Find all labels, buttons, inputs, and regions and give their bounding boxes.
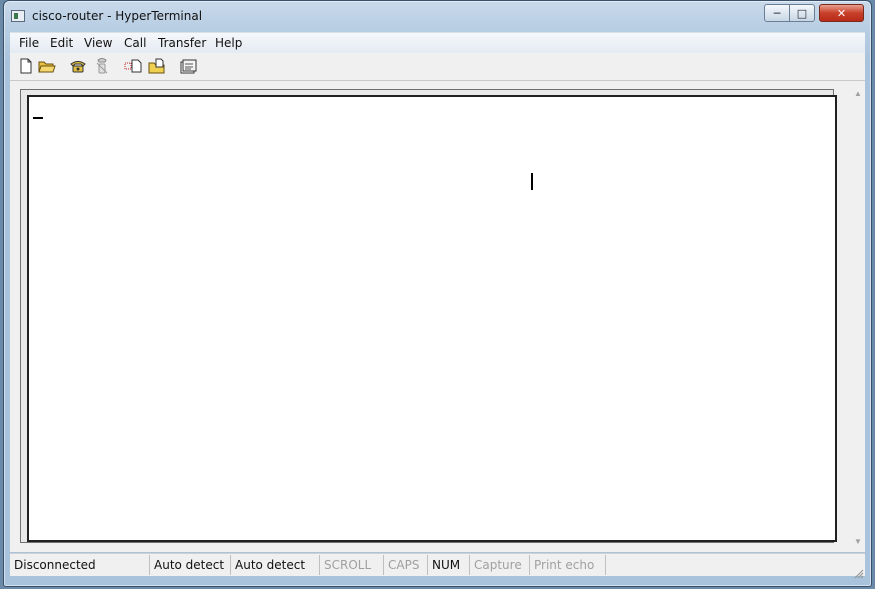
status-print-echo: Print echo — [530, 555, 606, 575]
minimize-button[interactable]: ─ — [764, 4, 790, 22]
toolbar — [10, 53, 865, 81]
mouse-ibeam-cursor — [531, 173, 533, 190]
send-file-icon — [124, 59, 142, 73]
status-num: NUM — [428, 555, 470, 575]
client-area: ▲ ▼ — [10, 81, 865, 552]
status-emulation: Auto detect — [150, 555, 231, 575]
properties-button[interactable] — [178, 57, 198, 75]
terminal-frame — [20, 89, 837, 543]
new-connection-button[interactable] — [16, 57, 36, 75]
open-folder-icon — [38, 61, 56, 73]
menu-help[interactable]: Help — [215, 36, 242, 50]
terminal-screen[interactable] — [27, 95, 837, 542]
status-connection: Disconnected — [10, 555, 150, 575]
app-icon[interactable] — [11, 10, 25, 22]
scroll-down-icon[interactable]: ▼ — [853, 537, 863, 546]
status-settings: Auto detect — [231, 555, 320, 575]
menu-call[interactable]: Call — [124, 36, 146, 50]
call-button[interactable] — [68, 57, 88, 75]
title-bar[interactable]: cisco-router - HyperTerminal ─ □ ✕ — [4, 1, 871, 31]
menu-view[interactable]: View — [84, 36, 112, 50]
menu-bar: File Edit View Call Transfer Help — [10, 32, 865, 54]
new-document-icon — [20, 58, 32, 74]
phone-disconnect-icon — [96, 58, 108, 74]
send-button[interactable] — [123, 57, 143, 75]
status-scroll: SCROLL — [320, 555, 384, 575]
status-bar: Disconnected Auto detect Auto detect SCR… — [10, 553, 865, 576]
disconnect-button[interactable] — [92, 57, 112, 75]
receive-button[interactable] — [147, 57, 167, 75]
scroll-up-icon[interactable]: ▲ — [853, 89, 863, 98]
status-caps: CAPS — [384, 555, 428, 575]
hyperterminal-window: cisco-router - HyperTerminal ─ □ ✕ File … — [3, 0, 872, 587]
close-button[interactable]: ✕ — [819, 4, 864, 22]
menu-file[interactable]: File — [19, 36, 39, 50]
phone-dial-icon — [70, 61, 86, 73]
properties-icon — [180, 59, 197, 74]
terminal-cursor — [33, 117, 43, 119]
resize-grip-icon[interactable] — [854, 569, 864, 579]
vertical-scrollbar[interactable]: ▲ ▼ — [851, 89, 865, 551]
status-capture: Capture — [470, 555, 530, 575]
open-button[interactable] — [37, 57, 57, 75]
receive-file-icon — [148, 58, 165, 74]
window-title: cisco-router - HyperTerminal — [32, 9, 203, 23]
maximize-button[interactable]: □ — [789, 4, 815, 22]
menu-edit[interactable]: Edit — [50, 36, 73, 50]
menu-transfer[interactable]: Transfer — [158, 36, 206, 50]
